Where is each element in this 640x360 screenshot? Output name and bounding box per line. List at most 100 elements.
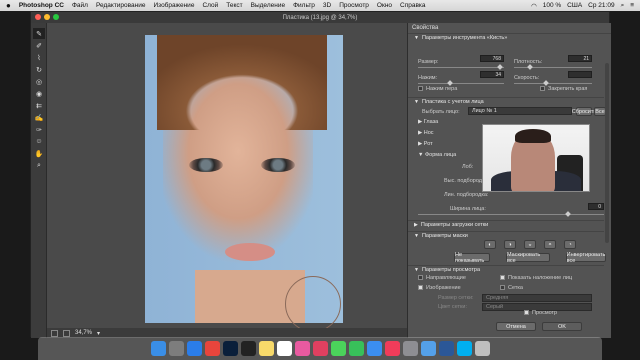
menu-window[interactable]: Окно: [377, 2, 392, 9]
menu-app[interactable]: Photoshop CC: [19, 2, 64, 9]
menu-layer[interactable]: Слой: [202, 2, 218, 9]
dock-skype-icon[interactable]: [456, 341, 472, 356]
load-mesh-header[interactable]: ▶ Параметры загрузки сетки: [408, 220, 604, 229]
mask-replace-icon[interactable]: ◐: [484, 240, 496, 249]
mouth-expander[interactable]: ▶ Рот: [418, 141, 433, 147]
mask-subtract-icon[interactable]: ◒: [524, 240, 536, 249]
input-source-label[interactable]: США: [567, 2, 582, 9]
ok-button[interactable]: OK: [542, 322, 582, 331]
menu-edit[interactable]: Редактирование: [96, 2, 146, 9]
menu-3d[interactable]: 3D: [323, 2, 331, 9]
dock-preferences-icon[interactable]: [402, 341, 418, 356]
bloat-tool-icon[interactable]: ◉: [33, 88, 45, 99]
dock-photos-icon[interactable]: [294, 341, 310, 356]
size-slider-thumb[interactable]: [497, 64, 503, 70]
apple-menu-icon[interactable]: ●: [6, 1, 11, 10]
mesh-size-dropdown[interactable]: Средняя: [482, 294, 592, 302]
dock-launchpad-icon[interactable]: [168, 341, 184, 356]
twirl-tool-icon[interactable]: ↻: [33, 64, 45, 75]
image-checkbox[interactable]: [418, 285, 423, 290]
dock-facetime-icon[interactable]: [348, 341, 364, 356]
dock-messages-icon[interactable]: [330, 341, 346, 356]
pressure-slider-thumb[interactable]: [447, 80, 453, 86]
zoom-out-icon[interactable]: [51, 329, 58, 337]
dock-app-store-icon[interactable]: [366, 341, 382, 356]
close-window-icon[interactable]: [35, 14, 41, 20]
face-shape-expander[interactable]: ▼ Форма лица: [418, 152, 456, 158]
mask-none-button[interactable]: Не показывать: [454, 252, 490, 264]
face-aware-header[interactable]: ▼ Пластика с учетом лица: [408, 97, 604, 106]
face-overlay-checkbox[interactable]: [500, 275, 505, 280]
clock-label[interactable]: Ср 21:09: [588, 2, 614, 9]
search-icon[interactable]: ⌕: [621, 2, 625, 10]
menu-select[interactable]: Выделение: [251, 2, 285, 9]
nose-expander[interactable]: ▶ Нос: [418, 130, 434, 136]
select-face-dropdown[interactable]: Лицо № 1: [468, 107, 572, 115]
hand-tool-icon[interactable]: ✋: [33, 148, 45, 159]
reconstruct-tool-icon[interactable]: ✐: [33, 40, 45, 51]
density-slider-thumb[interactable]: [527, 64, 533, 70]
dock-calendar-icon[interactable]: [276, 341, 292, 356]
size-input[interactable]: 768: [480, 55, 504, 62]
view-options-header[interactable]: ▼ Параметры просмотра: [408, 265, 604, 274]
eyes-expander[interactable]: ▶ Глаза: [418, 119, 438, 125]
menu-help[interactable]: Справка: [400, 2, 426, 9]
face-tool-icon[interactable]: ☺: [33, 136, 45, 147]
mask-options-header[interactable]: ▼ Параметры маски: [408, 231, 604, 240]
face-width-input[interactable]: 0: [588, 203, 604, 210]
dock-safari-icon[interactable]: [186, 341, 202, 356]
brush-options-header[interactable]: ▼ Параметры инструмента «Кисть»: [408, 33, 611, 42]
face-width-slider-thumb[interactable]: [565, 211, 571, 217]
mask-add-icon[interactable]: ◑: [504, 240, 516, 249]
mesh-checkbox[interactable]: [500, 285, 505, 290]
face-width-slider[interactable]: [418, 211, 604, 217]
density-slider[interactable]: [514, 64, 592, 70]
rate-slider-thumb[interactable]: [543, 80, 549, 86]
pucker-tool-icon[interactable]: ◎: [33, 76, 45, 87]
dock-chrome-icon[interactable]: [204, 341, 220, 356]
menu-list-icon[interactable]: ≡: [630, 2, 634, 9]
zoom-in-icon[interactable]: [63, 329, 70, 337]
rate-slider[interactable]: [514, 80, 592, 86]
menu-filter[interactable]: Фильтр: [293, 2, 315, 9]
wifi-icon[interactable]: ◠: [531, 2, 537, 10]
mask-all-button[interactable]: Маскировать все: [506, 252, 550, 264]
panel-scrollbar[interactable]: [605, 63, 609, 243]
pressure-input[interactable]: 34: [480, 71, 504, 78]
freeze-mask-tool-icon[interactable]: ✍: [33, 112, 45, 123]
dock-music-icon[interactable]: [384, 341, 400, 356]
dock-finder-icon[interactable]: [150, 341, 166, 356]
density-input[interactable]: 21: [568, 55, 592, 62]
cancel-button[interactable]: Отмена: [496, 322, 536, 331]
push-left-tool-icon[interactable]: ⇇: [33, 100, 45, 111]
menu-view[interactable]: Просмотр: [339, 2, 369, 9]
dock-terminal-icon[interactable]: [240, 341, 256, 356]
zoom-tool-icon[interactable]: ⌕: [33, 160, 45, 171]
pressure-slider[interactable]: [418, 80, 504, 86]
preview-checkbox[interactable]: [524, 310, 529, 315]
pin-edges-checkbox[interactable]: [540, 86, 545, 91]
zoom-level[interactable]: 34,7%: [75, 330, 92, 336]
dock-trash-icon[interactable]: [474, 341, 490, 356]
dock-maps-icon[interactable]: [420, 341, 436, 356]
dock-notes-icon[interactable]: [258, 341, 274, 356]
zoom-window-icon[interactable]: [53, 14, 59, 20]
menu-type[interactable]: Текст: [226, 2, 242, 9]
menu-image[interactable]: Изображение: [153, 2, 194, 9]
dock-photoshop-icon[interactable]: [222, 341, 238, 356]
image-canvas[interactable]: [47, 23, 407, 332]
battery-label[interactable]: 100 %: [543, 2, 561, 9]
guides-checkbox[interactable]: [418, 275, 423, 280]
dock-word-icon[interactable]: [438, 341, 454, 356]
invert-all-button[interactable]: Инвертировать все: [566, 252, 606, 264]
minimize-window-icon[interactable]: [44, 14, 50, 20]
reset-face-button[interactable]: Сбросить: [572, 107, 596, 116]
smooth-tool-icon[interactable]: ⌇: [33, 52, 45, 63]
forward-warp-tool-icon[interactable]: ✎: [33, 28, 45, 39]
menu-file[interactable]: Файл: [72, 2, 88, 9]
size-slider[interactable]: [418, 64, 504, 70]
thaw-mask-tool-icon[interactable]: ✑: [33, 124, 45, 135]
dock-itunes-icon[interactable]: [312, 341, 328, 356]
mask-intersect-icon[interactable]: ◓: [544, 240, 556, 249]
zoom-dropdown-icon[interactable]: ▾: [97, 330, 100, 337]
